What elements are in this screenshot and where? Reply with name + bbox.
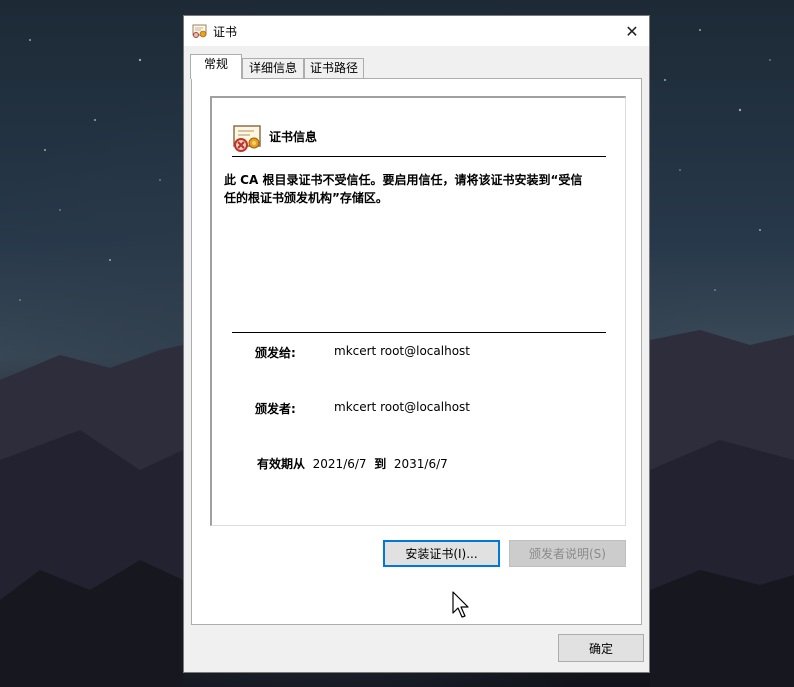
close-icon: ✕: [625, 21, 639, 41]
validity-to-date: 2031/6/7: [393, 457, 448, 471]
certificate-dialog: 证书 ✕ 常规 详细信息 证书路径 证书信息 此 CA 根目录证书不受信任。要启…: [183, 15, 650, 673]
certificate-icon: [192, 24, 207, 38]
divider: [232, 156, 606, 157]
issuer-statement-button[interactable]: 颁发者说明(S): [509, 540, 626, 567]
tab-details[interactable]: 详细信息: [242, 58, 304, 78]
trust-warning-line: 此 CA 根目录证书不受信任。要启用信任，请将该证书安装到“受信: [224, 173, 583, 187]
issued-to-value: mkcert root@localhost: [334, 344, 470, 358]
validity-from-date: 2021/6/7: [312, 457, 367, 471]
trust-warning: 此 CA 根目录证书不受信任。要启用信任，请将该证书安装到“受信 任的根证书颁发…: [224, 171, 604, 207]
issued-by-label: 颁发者:: [255, 402, 296, 416]
general-tab-panel: 证书信息 此 CA 根目录证书不受信任。要启用信任，请将该证书安装到“受信 任的…: [191, 78, 642, 625]
issued-to-label: 颁发给:: [255, 346, 296, 360]
mouse-cursor-icon: [452, 591, 469, 618]
trust-warning-line: 任的根证书颁发机构”存储区。: [224, 191, 388, 205]
certificate-info-box: 证书信息 此 CA 根目录证书不受信任。要启用信任，请将该证书安装到“受信 任的…: [210, 96, 626, 526]
install-certificate-button[interactable]: 安装证书(I)...: [383, 540, 500, 567]
divider: [232, 332, 606, 333]
close-button[interactable]: ✕: [615, 16, 649, 46]
validity-from-label: 有效期从: [257, 457, 306, 471]
title-bar[interactable]: 证书 ✕: [184, 16, 649, 46]
validity-period: 有效期从 2021/6/7 到 2031/6/7: [257, 455, 448, 472]
ok-button[interactable]: 确定: [558, 634, 644, 662]
issued-by-value: mkcert root@localhost: [334, 400, 470, 414]
section-title: 证书信息: [269, 130, 318, 144]
window-title: 证书: [213, 25, 238, 39]
tab-certification-path[interactable]: 证书路径: [304, 58, 364, 78]
validity-to-label: 到: [374, 457, 387, 471]
tab-general[interactable]: 常规: [190, 54, 242, 79]
certificate-icon: [233, 125, 261, 152]
